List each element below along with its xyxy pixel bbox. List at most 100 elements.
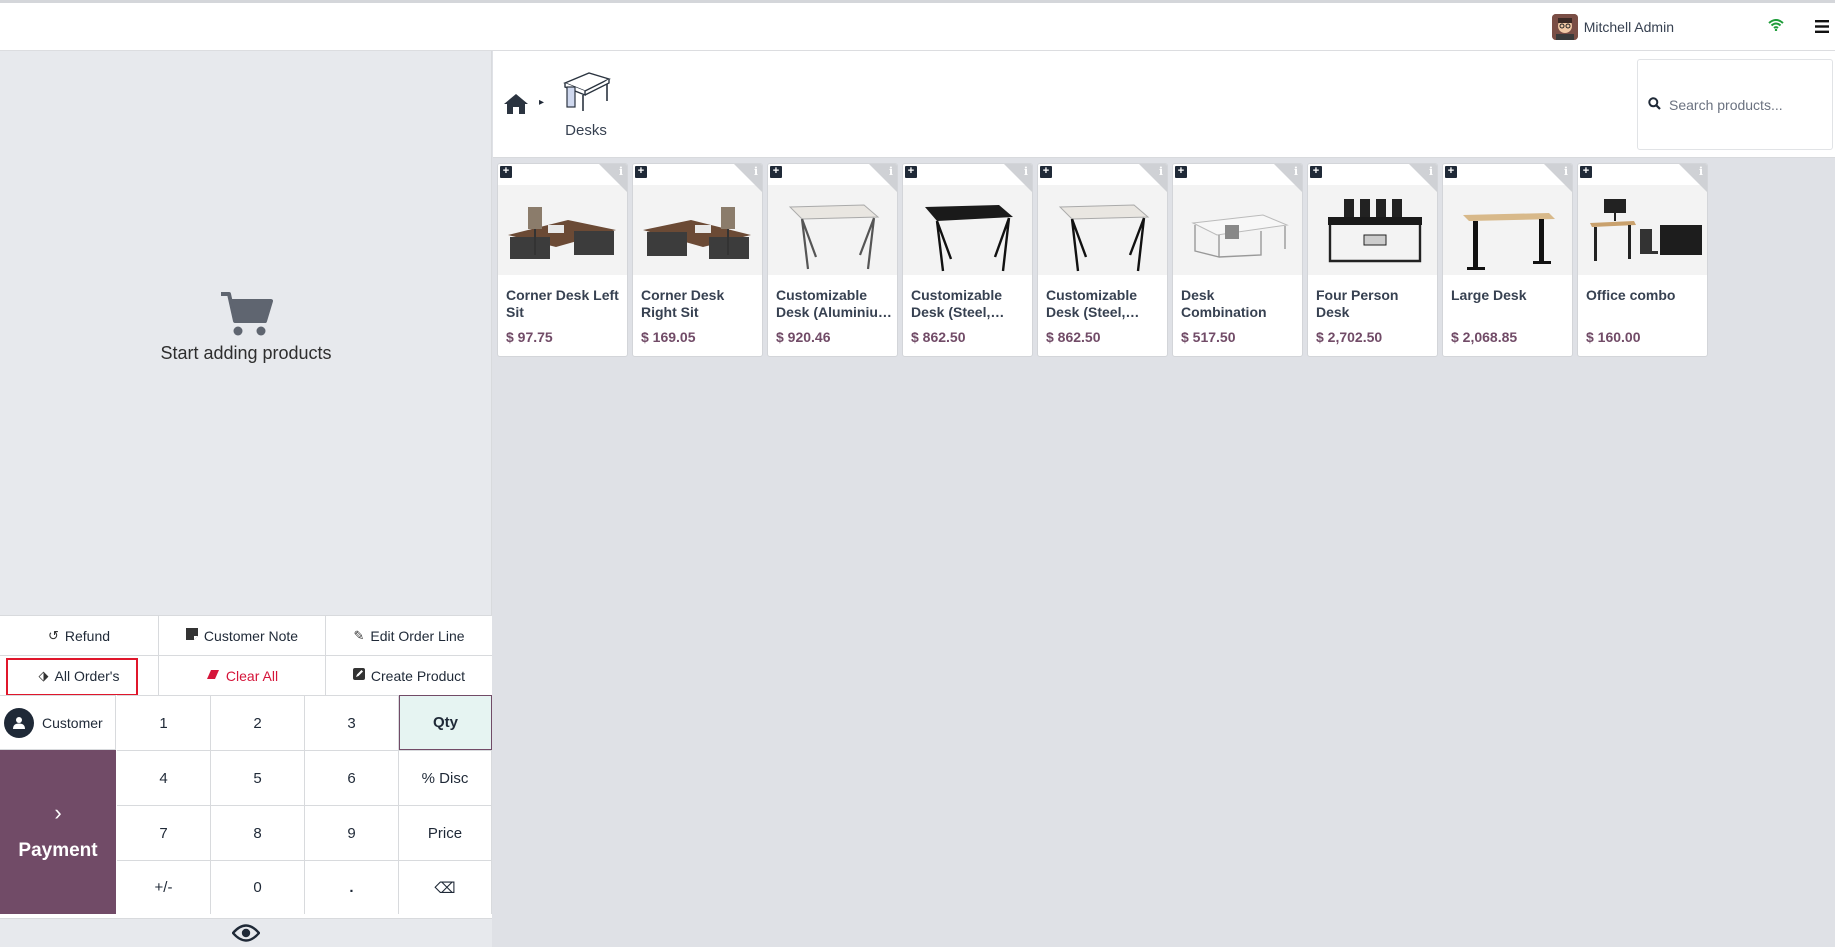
info-icon[interactable]: i [1564,165,1568,178]
empty-cart-message: Start adding products [160,343,332,363]
create-product-button[interactable]: Create Product [326,656,492,695]
product-price: $ 2,068.85 [1451,329,1518,345]
key-3[interactable]: 3 [305,695,399,750]
product-name: Large Desk [1451,287,1527,303]
product-name: Corner Desk Left Sit [506,287,619,320]
product-image [633,185,762,275]
product-image [903,185,1032,275]
info-icon[interactable]: i [1024,165,1028,178]
user-name: Mitchell Admin [1583,19,1674,35]
edit-order-line-button[interactable]: ✎ Edit Order Line [326,616,492,655]
product-price: $ 160.00 [1586,329,1641,345]
key-qty[interactable]: Qty [399,695,492,750]
empty-cart: Start adding products [0,291,492,364]
note-icon [185,628,198,643]
info-icon[interactable]: i [1429,165,1433,178]
product-card[interactable]: + i Corner Desk Right Sit $ 169.05 [632,163,763,357]
payment-button[interactable]: › Payment [0,750,116,914]
product-grid: + i Corner Desk Left Sit $ 97.75 + i Cor… [497,163,1708,357]
key-1[interactable]: 1 [117,695,211,750]
key-8[interactable]: 8 [211,805,305,860]
user-menu[interactable]: Mitchell Admin [1551,14,1674,40]
control-buttons: ↺ Refund Customer Note ✎ Edit Order Line… [0,615,492,696]
key-2[interactable]: 2 [211,695,305,750]
product-image [1578,185,1707,275]
key-5[interactable]: 5 [211,750,305,805]
product-card[interactable]: + i Customizable Desk (Aluminiu… $ 920.4… [767,163,898,357]
edit-icon: ✎ [353,627,365,643]
product-card[interactable]: + i Customizable Desk (Steel,… $ 862.50 [902,163,1033,357]
cart-icon [221,292,273,336]
customer-button[interactable]: Customer [0,695,116,750]
add-icon[interactable]: + [1580,166,1592,178]
search-input[interactable] [1669,96,1819,113]
key-9[interactable]: 9 [305,805,399,860]
toggle-view-button[interactable] [0,918,492,947]
info-icon[interactable]: i [1699,165,1703,178]
key-0[interactable]: 0 [211,860,305,914]
add-icon[interactable]: + [1445,166,1457,178]
info-icon[interactable]: i [1294,165,1298,178]
edit-box-icon [352,668,365,683]
add-icon[interactable]: + [635,166,647,178]
key-decimal[interactable]: . [305,860,399,914]
key-7[interactable]: 7 [117,805,211,860]
add-icon[interactable]: + [1175,166,1187,178]
key-price[interactable]: Price [399,805,492,860]
product-price: $ 2,702.50 [1316,329,1383,345]
hamburger-menu-icon[interactable] [1815,18,1829,36]
add-icon[interactable]: + [1310,166,1322,178]
refund-button[interactable]: ↺ Refund [0,616,159,655]
key-4[interactable]: 4 [117,750,211,805]
wifi-icon [1768,18,1784,34]
key-discount[interactable]: % Disc [399,750,492,805]
category-bar: ▸ Desks [493,51,1835,158]
undo-icon: ↺ [47,627,59,643]
search-icon [1648,96,1661,113]
desk-category-icon [563,72,611,111]
product-card[interactable]: + i Large Desk $ 2,068.85 [1442,163,1573,357]
product-card[interactable]: + i Office combo $ 160.00 [1577,163,1708,357]
product-price: $ 97.75 [506,329,553,345]
numpad-area: Customer › Payment 1 2 3 Qty 4 5 6 % Dis… [0,695,492,918]
chevron-right-icon: › [54,800,62,825]
product-image [1443,185,1572,275]
order-pane: Start adding products ↺ Refund Customer … [0,51,492,947]
info-icon[interactable]: i [1159,165,1163,178]
category-label: Desks [565,122,607,139]
product-card[interactable]: + i Desk Combination $ 517.50 [1172,163,1303,357]
add-icon[interactable]: + [770,166,782,178]
product-image [498,185,627,275]
product-price: $ 862.50 [1046,329,1101,345]
add-icon[interactable]: + [500,166,512,178]
info-icon[interactable]: i [889,165,893,178]
home-icon[interactable] [503,93,529,118]
clear-all-button[interactable]: Clear All [159,656,326,695]
product-image [1038,185,1167,275]
add-icon[interactable]: + [905,166,917,178]
add-icon[interactable]: + [1040,166,1052,178]
product-price: $ 862.50 [911,329,966,345]
eraser-icon [206,668,220,683]
info-icon[interactable]: i [754,165,758,178]
payment-label: Payment [18,840,98,861]
user-icon [4,707,34,738]
product-name: Customizable Desk (Steel,… [911,287,1005,320]
search-box[interactable] [1637,59,1833,150]
numpad-keys: 1 2 3 Qty 4 5 6 % Disc 7 8 9 Price +/- 0… [117,695,492,914]
key-6[interactable]: 6 [305,750,399,805]
all-orders-button[interactable]: ⬗ All Order's [0,656,159,696]
product-price: $ 920.46 [776,329,831,345]
product-card[interactable]: + i Corner Desk Left Sit $ 97.75 [497,163,628,357]
info-icon[interactable]: i [619,165,623,178]
product-name: Desk Combination [1181,287,1267,320]
key-plus-minus[interactable]: +/- [117,860,211,914]
product-card[interactable]: + i Four Person Desk $ 2,702.50 [1307,163,1438,357]
category-desks[interactable]: Desks [551,69,621,139]
customer-note-button[interactable]: Customer Note [159,616,326,655]
product-card[interactable]: + i Customizable Desk (Steel,… $ 862.50 [1037,163,1168,357]
product-image [1308,185,1437,275]
key-backspace[interactable]: ⌫ [399,860,492,914]
product-price: $ 517.50 [1181,329,1236,345]
avatar [1551,14,1578,40]
